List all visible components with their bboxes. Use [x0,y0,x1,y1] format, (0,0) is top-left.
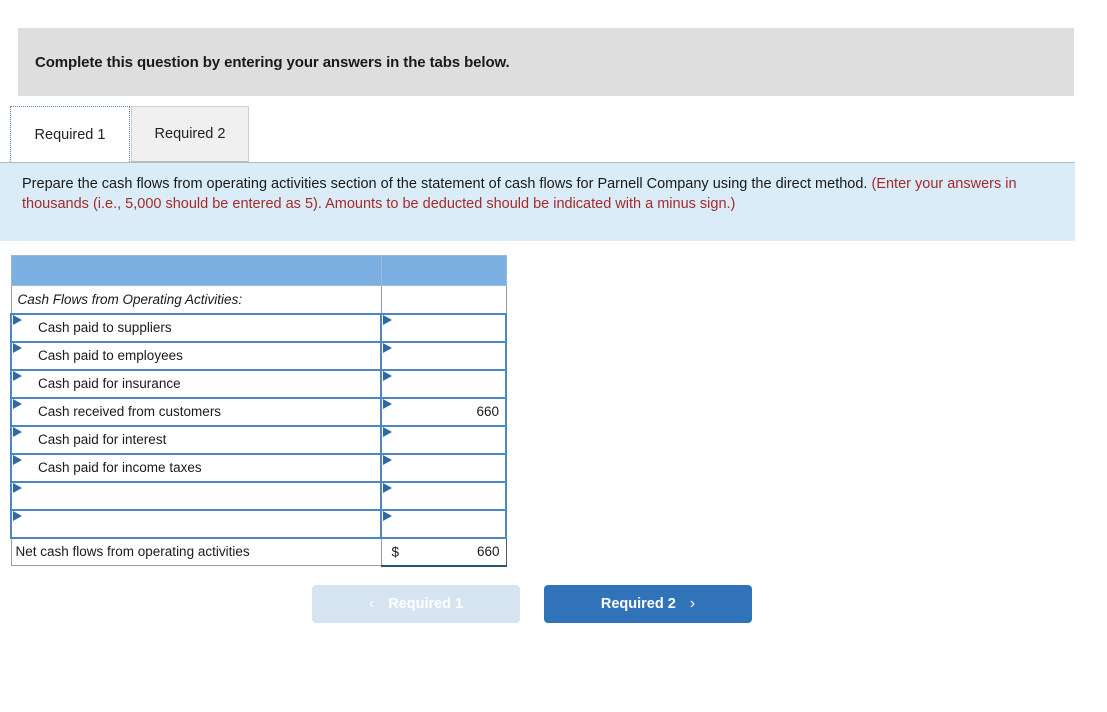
dropdown-marker-icon [13,314,25,326]
dropdown-marker-icon [383,510,395,522]
row-3-label-input[interactable]: Cash received from customers [10,396,382,427]
dropdown-marker-icon [383,314,395,326]
worksheet-section-blank-cell [380,285,507,314]
instruction-banner: Complete this question by entering your … [18,28,1074,96]
dropdown-marker-icon [383,370,395,382]
row-5-label-text: Cash paid for income taxes [38,460,202,475]
table-row: Cash paid to employees [10,340,507,371]
row-5-label-input[interactable]: Cash paid for income taxes [10,452,382,483]
question-instructions-panel: Prepare the cash flows from operating ac… [0,163,1075,241]
row-2-value-input[interactable] [380,368,507,399]
row-1-label-input[interactable]: Cash paid to employees [10,340,382,371]
instructions-main-text: Prepare the cash flows from operating ac… [22,176,872,192]
row-3-value-input[interactable]: 660 [380,396,507,427]
row-3-label-text: Cash received from customers [38,404,222,419]
row-1-value-input[interactable] [380,340,507,371]
currency-symbol: $ [391,544,400,559]
row-1-label-text: Cash paid to employees [38,348,183,363]
dropdown-marker-icon [383,426,395,438]
row-4-label-input[interactable]: Cash paid for interest [10,424,382,455]
worksheet-header-row [10,255,507,286]
total-label: Net cash flows from operating activities [10,537,382,566]
dropdown-marker-icon [13,482,25,494]
row-0-value-input[interactable] [380,312,507,343]
row-7-value-input[interactable] [380,508,507,539]
dropdown-marker-icon [13,370,25,382]
table-row: Cash received from customers 660 [10,396,507,427]
question-instructions-text: Prepare the cash flows from operating ac… [22,174,1053,214]
row-0-label-input[interactable]: Cash paid to suppliers [10,312,382,343]
chevron-left-icon: ‹ [368,595,375,612]
row-7-label-input[interactable] [10,508,382,539]
dropdown-marker-icon [383,454,395,466]
dropdown-marker-icon [383,482,395,494]
tab-strip: Required 1 Required 2 [0,106,1075,163]
dropdown-marker-icon [13,454,25,466]
tab-required-2-label: Required 2 [154,126,226,142]
instruction-banner-text: Complete this question by entering your … [35,53,510,71]
table-row [10,508,507,539]
row-3-value-text: 660 [476,404,499,419]
prev-required-1-label: Required 1 [388,596,464,612]
table-row: Cash paid for insurance [10,368,507,399]
row-6-label-input[interactable] [10,480,382,511]
next-required-2-button[interactable]: Required 2 › [544,585,752,623]
dropdown-marker-icon [13,398,25,410]
chevron-right-icon: › [689,595,696,612]
total-value-text: 660 [476,544,500,559]
worksheet-section-title: Cash Flows from Operating Activities: [10,285,382,314]
row-4-value-input[interactable] [380,424,507,455]
dropdown-marker-icon [13,342,25,354]
table-row [10,480,507,511]
tab-required-1[interactable]: Required 1 [10,106,130,162]
row-4-label-text: Cash paid for interest [38,432,167,447]
worksheet-section-row: Cash Flows from Operating Activities: [10,285,507,314]
dropdown-marker-icon [383,342,395,354]
worksheet-header-label-cell [10,255,382,286]
total-value-cell: $ 660 [380,536,507,567]
tab-required-2[interactable]: Required 2 [131,106,249,162]
worksheet-total-row: Net cash flows from operating activities… [10,536,507,567]
prev-required-1-button[interactable]: ‹ Required 1 [312,585,520,623]
row-2-label-text: Cash paid for insurance [38,376,181,391]
dropdown-marker-icon [13,426,25,438]
question-workspace: Complete this question by entering your … [0,0,1107,712]
row-6-value-input[interactable] [380,480,507,511]
row-2-label-input[interactable]: Cash paid for insurance [10,368,382,399]
row-0-label-text: Cash paid to suppliers [38,320,172,335]
tab-required-1-label: Required 1 [34,126,106,143]
dropdown-marker-icon [13,510,25,522]
table-row: Cash paid for interest [10,424,507,455]
dropdown-marker-icon [383,398,395,410]
table-row: Cash paid for income taxes [10,452,507,483]
cash-flow-worksheet: Cash Flows from Operating Activities: Ca… [10,255,507,567]
worksheet-header-value-cell [380,255,507,286]
row-5-value-input[interactable] [380,452,507,483]
table-row: Cash paid to suppliers [10,312,507,343]
next-required-2-label: Required 2 [600,596,676,612]
